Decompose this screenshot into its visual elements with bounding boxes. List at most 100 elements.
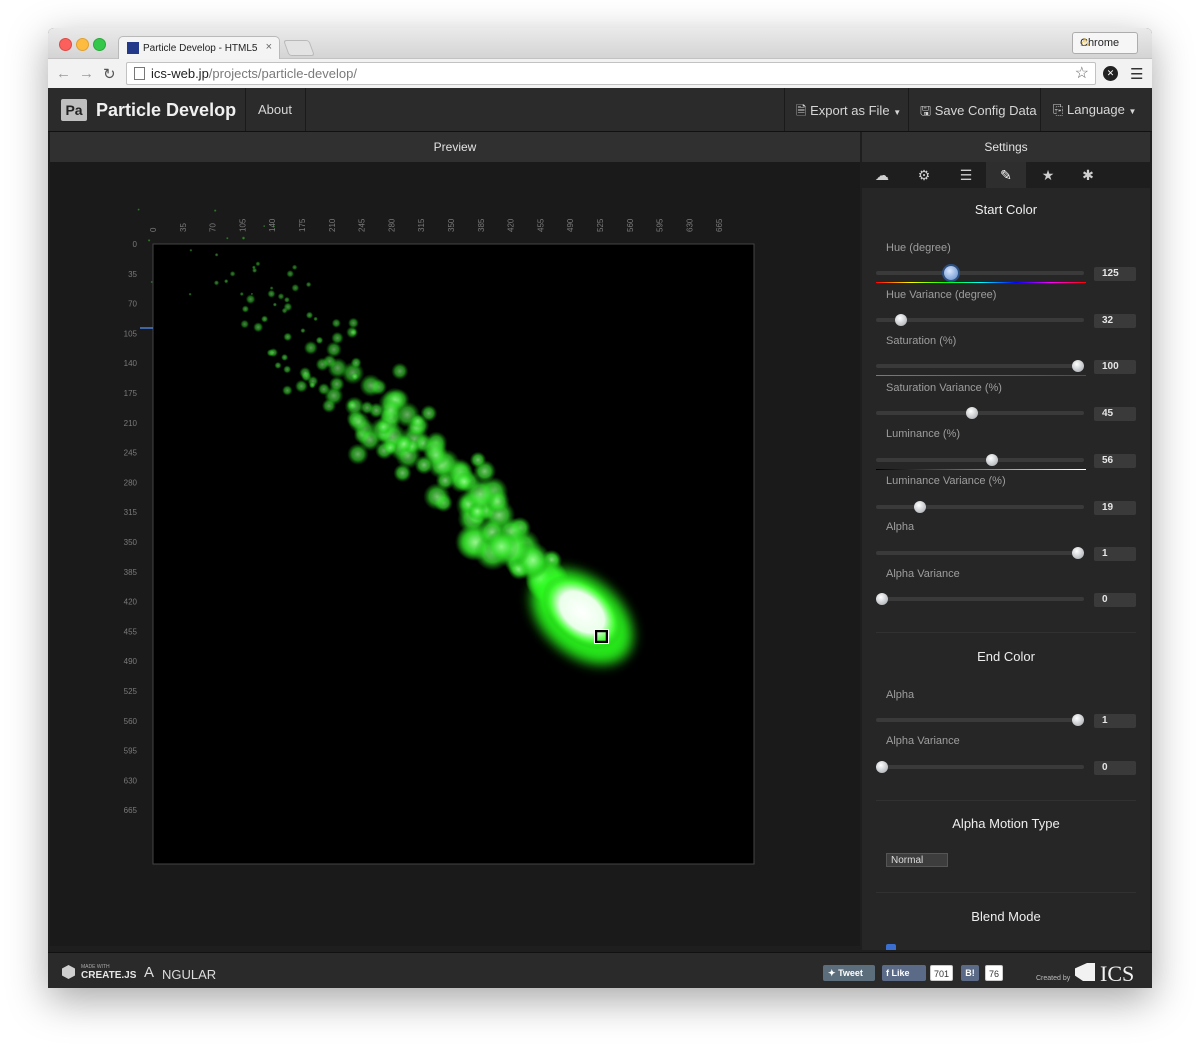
hue-variance-slider[interactable] bbox=[876, 314, 1084, 326]
hatena-count: 76 bbox=[985, 965, 1004, 981]
created-by-label: Created by bbox=[1036, 975, 1071, 982]
bookmark-star-icon[interactable]: ☆ bbox=[1075, 63, 1089, 83]
alpha-slider[interactable] bbox=[876, 547, 1084, 559]
browser-menu-icon[interactable]: ☰ bbox=[1130, 65, 1143, 83]
language-menu[interactable]: ⎘ Language ▼ bbox=[1053, 102, 1136, 118]
stage-canvas[interactable] bbox=[152, 243, 755, 865]
about-link[interactable]: About bbox=[258, 102, 292, 117]
star-icon[interactable]: ★ bbox=[1028, 162, 1068, 188]
cloud-icon[interactable]: ☁ bbox=[862, 162, 902, 188]
hatena-button[interactable]: B! bbox=[961, 965, 979, 981]
particle bbox=[347, 410, 370, 433]
slider-knob[interactable] bbox=[1071, 714, 1084, 726]
particle bbox=[274, 361, 282, 369]
hue-spectrum bbox=[876, 282, 1086, 283]
brush-icon[interactable]: ✎ bbox=[986, 162, 1026, 188]
particle bbox=[391, 362, 409, 380]
particle bbox=[350, 357, 362, 369]
start-color-title: Start Color bbox=[974, 202, 1038, 217]
end-alpha-value[interactable]: 1 bbox=[1094, 714, 1136, 728]
x-tick-label: 350 bbox=[447, 218, 456, 232]
alpha-value[interactable]: 1 bbox=[1094, 547, 1136, 561]
app-brand[interactable]: Particle Develop bbox=[96, 100, 236, 121]
extension-icon[interactable]: ✕ bbox=[1103, 66, 1118, 81]
title-bar: Particle Develop - HTML5 × Chrome ⚠ bbox=[48, 28, 1152, 60]
x-tick-label: 175 bbox=[298, 218, 307, 232]
gears-icon[interactable]: ⚙ bbox=[904, 162, 944, 188]
angular-label[interactable]: NGULAR bbox=[162, 967, 216, 982]
end-color-title: End Color bbox=[977, 649, 1035, 664]
particle bbox=[282, 385, 293, 396]
slider-label: Alpha Variance bbox=[886, 568, 960, 580]
hue-value[interactable]: 125 bbox=[1094, 267, 1136, 281]
particle bbox=[303, 340, 318, 355]
saturation-gradient bbox=[876, 375, 1086, 376]
forward-icon[interactable]: → bbox=[79, 65, 94, 82]
particle-stage[interactable]: 0 35 70 105 140 175 210 245 280 315 350 385 420 455 49… bbox=[50, 162, 860, 946]
luminance-slider[interactable] bbox=[876, 454, 1084, 466]
profile-button[interactable]: Chrome ⚠ bbox=[1072, 32, 1138, 54]
url-bar[interactable]: ics-web.jp/projects/particle-develop/ ☆ bbox=[126, 62, 1096, 85]
browser-tab[interactable]: Particle Develop - HTML5 × bbox=[118, 36, 280, 60]
slider-label: Alpha bbox=[886, 689, 915, 701]
end-alpha-variance-slider[interactable] bbox=[876, 761, 1084, 773]
y-tick-label: 105 bbox=[124, 329, 138, 338]
nav-divider bbox=[1040, 88, 1041, 131]
saturation-value[interactable]: 100 bbox=[1094, 360, 1136, 374]
app-logo[interactable]: Pa bbox=[61, 99, 87, 121]
slider-knob[interactable] bbox=[943, 266, 958, 280]
alpha-variance-slider[interactable] bbox=[876, 593, 1084, 605]
createjs-label[interactable]: CREATE.JS bbox=[81, 970, 136, 981]
saturation-slider[interactable] bbox=[876, 360, 1084, 372]
y-tick-label: 280 bbox=[124, 478, 138, 487]
saturation-variance-slider[interactable] bbox=[876, 407, 1084, 419]
slider-knob[interactable] bbox=[1071, 360, 1084, 372]
like-button[interactable]: f Like bbox=[882, 965, 926, 981]
facebook-icon: f bbox=[886, 968, 889, 978]
particle bbox=[281, 307, 288, 314]
slider-knob[interactable] bbox=[1071, 547, 1084, 559]
slider-knob[interactable] bbox=[876, 761, 889, 773]
y-tick-label: 385 bbox=[124, 568, 138, 577]
luminance-variance-slider[interactable] bbox=[876, 501, 1084, 513]
export-menu[interactable]: 🗎 Export as File ▼ bbox=[796, 102, 901, 124]
close-window-button[interactable] bbox=[59, 38, 72, 51]
slider-label: Saturation Variance (%) bbox=[886, 382, 1002, 394]
particle bbox=[382, 440, 398, 456]
blend-mode-option-checkbox[interactable] bbox=[886, 944, 896, 950]
like-count: 701 bbox=[930, 965, 954, 981]
tab-close-icon[interactable]: × bbox=[266, 41, 272, 53]
save-config-button[interactable]: 🖫 Save Config Data bbox=[920, 102, 1037, 124]
y-tick-label: 70 bbox=[128, 300, 137, 309]
alpha-motion-select[interactable]: Normal bbox=[886, 853, 948, 867]
end-alpha-slider[interactable] bbox=[876, 714, 1084, 726]
language-icon: ⎘ bbox=[1053, 102, 1064, 117]
hue-slider[interactable] bbox=[876, 266, 1084, 280]
particle bbox=[329, 376, 345, 392]
ics-label[interactable]: ICS bbox=[1100, 961, 1134, 987]
slider-knob[interactable] bbox=[965, 407, 978, 419]
end-alpha-variance-value[interactable]: 0 bbox=[1094, 761, 1136, 775]
page-icon bbox=[134, 67, 145, 80]
hue-variance-value[interactable]: 32 bbox=[1094, 314, 1136, 328]
slider-knob[interactable] bbox=[986, 454, 999, 466]
x-tick-label: 455 bbox=[536, 218, 545, 232]
app-footer: MADE WITH CREATE.JS A NGULAR ✦ Tweet f L… bbox=[48, 952, 1152, 988]
saturation-variance-value[interactable]: 45 bbox=[1094, 407, 1136, 421]
slider-knob[interactable] bbox=[894, 314, 907, 326]
minimize-window-button[interactable] bbox=[76, 38, 89, 51]
luminance-variance-value[interactable]: 19 bbox=[1094, 501, 1136, 515]
reload-icon[interactable]: ↻ bbox=[103, 65, 116, 83]
alpha-variance-value[interactable]: 0 bbox=[1094, 593, 1136, 607]
slider-knob[interactable] bbox=[876, 593, 889, 605]
sliders-icon[interactable]: ☰ bbox=[946, 162, 986, 188]
back-icon[interactable]: ← bbox=[56, 65, 71, 82]
tweet-button[interactable]: ✦ Tweet bbox=[823, 965, 875, 981]
particle bbox=[321, 398, 337, 413]
zoom-window-button[interactable] bbox=[93, 38, 106, 51]
luminance-value[interactable]: 56 bbox=[1094, 454, 1136, 468]
x-tick-label: 105 bbox=[238, 218, 247, 232]
slider-knob[interactable] bbox=[913, 501, 926, 513]
new-tab-button[interactable] bbox=[283, 40, 315, 56]
gear-icon[interactable]: ✱ bbox=[1068, 162, 1108, 188]
